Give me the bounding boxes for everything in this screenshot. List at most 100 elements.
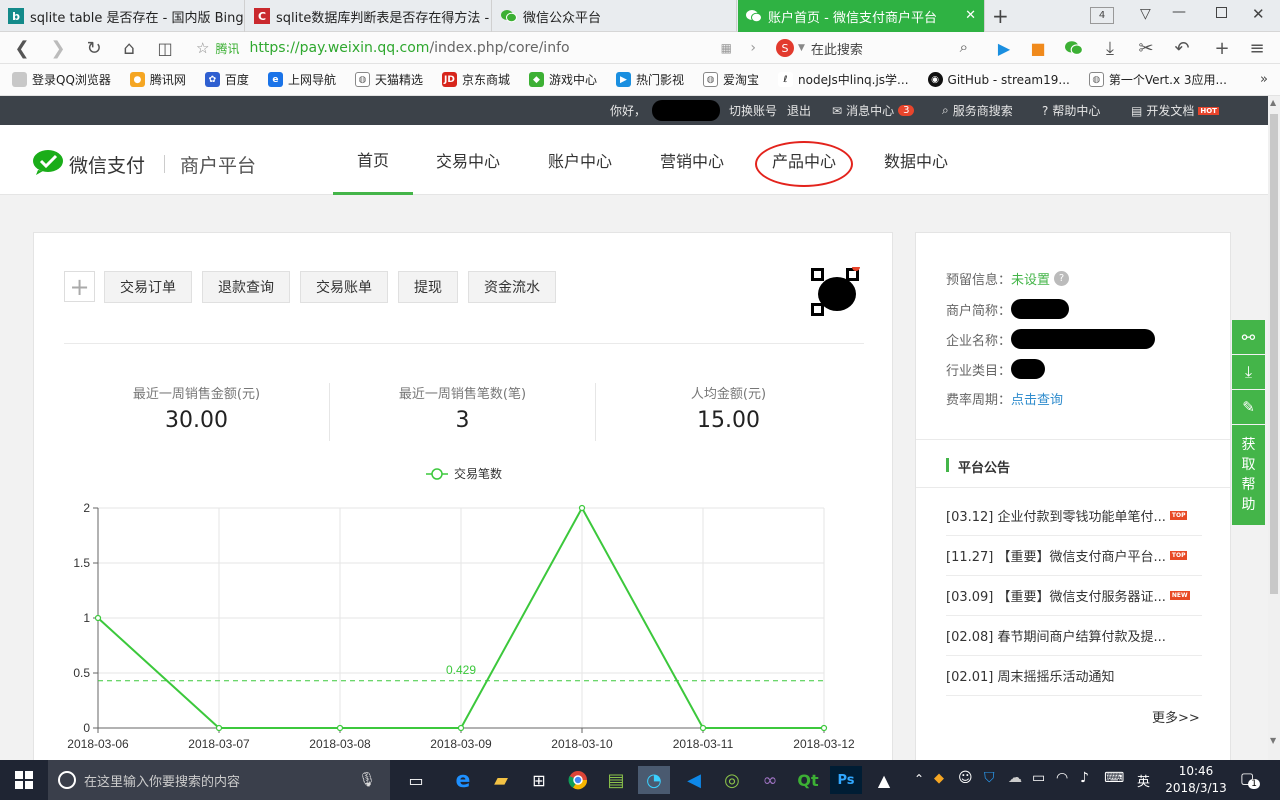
android-studio-icon[interactable]: ◎: [716, 766, 748, 794]
refresh-button[interactable]: ↻: [82, 36, 106, 60]
restore-button[interactable]: [1216, 7, 1227, 18]
download-tool-button[interactable]: ⤓: [1232, 355, 1265, 389]
switch-account-link[interactable]: 切换账号: [729, 96, 777, 125]
bookmark-github[interactable]: ◉ GitHub - stream19...: [927, 72, 1070, 87]
search-icon[interactable]: ⌕: [960, 38, 968, 56]
browser-tab-bing[interactable]: b sqlite table 是否存在 - 国内版 Bing: [0, 0, 245, 32]
add-icon[interactable]: +: [1210, 36, 1234, 60]
close-window-button[interactable]: ✕: [1252, 5, 1265, 23]
edit-tool-button[interactable]: ✎: [1232, 390, 1265, 424]
scrollbar-thumb[interactable]: [1270, 114, 1278, 594]
battery-icon[interactable]: ▭: [1032, 770, 1045, 786]
help-question-icon[interactable]: ?: [1054, 271, 1070, 286]
home-button[interactable]: ⌂: [117, 36, 141, 60]
chevron-down-icon[interactable]: ▼: [798, 43, 805, 53]
store-icon[interactable]: ⊞: [523, 766, 555, 794]
announcement-item[interactable]: [11.27] 【重要】微信支付商户平台... TOP: [946, 536, 1202, 576]
tray-app-icon[interactable]: ◆: [934, 771, 944, 786]
notification-center-icon[interactable]: ▢1: [1240, 769, 1266, 789]
bookmark-nav[interactable]: e 上网导航: [267, 71, 336, 88]
more-announcements-link[interactable]: 更多>>: [1152, 707, 1200, 726]
wechat-ext-icon[interactable]: [1062, 36, 1086, 60]
page-scrollbar[interactable]: ▲ ▼: [1268, 96, 1280, 760]
cloud-icon[interactable]: ☁: [1008, 770, 1022, 786]
qr-code-icon[interactable]: [810, 267, 860, 317]
microphone-icon[interactable]: 🎙: [358, 772, 376, 788]
download-icon[interactable]: ⤓: [1098, 36, 1122, 60]
help-center-link[interactable]: ? 帮助中心: [1042, 96, 1100, 125]
vscode-icon[interactable]: ◀: [678, 766, 710, 794]
scroll-down-arrow[interactable]: ▼: [1270, 736, 1276, 745]
video-play-icon[interactable]: ▶: [992, 36, 1016, 60]
browser-tab-csdn[interactable]: C sqlite数据库判断表是否存在得方法 -: [246, 0, 492, 32]
get-help-button[interactable]: 获取帮助: [1232, 425, 1265, 525]
bookmark-tencent[interactable]: ● 腾讯网: [129, 71, 186, 88]
ime-indicator[interactable]: 英: [1137, 771, 1150, 790]
chevron-right-icon[interactable]: ›: [750, 40, 756, 56]
windows-start-icon[interactable]: [6, 766, 42, 794]
quick-bill-button[interactable]: 交易账单: [300, 271, 388, 303]
nav-data[interactable]: 数据中心: [876, 125, 956, 195]
bookmark-games[interactable]: ◆ 游戏中心: [528, 71, 597, 88]
notepad-icon[interactable]: ▤: [600, 766, 632, 794]
bookmark-taobao[interactable]: ◍ 爱淘宝: [703, 71, 759, 88]
quick-refund-button[interactable]: 退款查询: [202, 271, 290, 303]
bookmark-linq[interactable]: ℓ nodeJs中linq.js学...: [778, 71, 909, 88]
announcement-item[interactable]: [02.01] 周末摇摇乐活动通知: [946, 656, 1202, 696]
search-input[interactable]: S ▼ 在此搜索 ⌕: [776, 35, 972, 61]
star-icon[interactable]: ☆: [196, 39, 209, 57]
clock[interactable]: 10:46 2018/3/13: [1164, 763, 1228, 797]
shirt-skin-icon[interactable]: ▽: [1140, 6, 1151, 22]
quick-funds-button[interactable]: 资金流水: [468, 271, 556, 303]
quick-orders-button[interactable]: 交易订单: [104, 271, 192, 303]
file-explorer-icon[interactable]: ▰: [485, 766, 517, 794]
visual-studio-icon[interactable]: ∞: [754, 766, 786, 794]
qq-browser-icon[interactable]: ◔: [638, 766, 670, 794]
add-shortcut-button[interactable]: +: [64, 271, 95, 302]
chrome-icon[interactable]: [562, 766, 594, 794]
taskbar-search-box[interactable]: 在这里输入你要搜索的内容 🎙: [48, 760, 390, 800]
bookmark-vertx[interactable]: ◍ 第一个Vert.x 3应用...: [1088, 71, 1227, 88]
bookmarks-overflow-icon[interactable]: »: [1260, 72, 1268, 87]
close-tab-icon[interactable]: ✕: [965, 8, 976, 23]
logout-link[interactable]: 退出: [787, 96, 811, 125]
minimize-button[interactable]: —: [1172, 4, 1186, 20]
tray-expand-icon[interactable]: ⌃: [914, 772, 924, 786]
browser-tab-wechat-mp[interactable]: 微信公众平台: [493, 0, 737, 32]
qr-icon[interactable]: ▦: [721, 41, 732, 55]
new-tab-button[interactable]: +: [992, 4, 1009, 28]
tab-count-badge[interactable]: 4: [1090, 7, 1114, 24]
bookmark-baidu[interactable]: ✿ 百度: [204, 71, 249, 88]
nav-account[interactable]: 账户中心: [540, 125, 620, 195]
browser-tab-active[interactable]: 账户首页 - 微信支付商户平台 ✕: [738, 0, 985, 32]
qq-tray-icon[interactable]: ☺: [958, 770, 973, 786]
url-input[interactable]: ☆ 腾讯 https:// pay.weixin.qq.com /index.p…: [196, 35, 768, 61]
announcement-item[interactable]: [03.09] 【重要】微信支付服务器证... NEW: [946, 576, 1202, 616]
nav-home[interactable]: 首页: [333, 125, 413, 195]
quick-withdraw-button[interactable]: 提现: [398, 271, 458, 303]
bookmark-jd[interactable]: JD 京东商城: [441, 71, 510, 88]
bookmark-video[interactable]: ▶ 热门影视: [616, 71, 684, 88]
nav-marketing[interactable]: 营销中心: [652, 125, 732, 195]
link-tool-button[interactable]: ⚯: [1232, 320, 1265, 354]
bookmark-tmall[interactable]: ◍ 天猫精选: [354, 71, 423, 88]
menu-icon[interactable]: ≡: [1245, 36, 1269, 60]
fee-cycle-link[interactable]: 点击查询: [1011, 389, 1063, 408]
back-button[interactable]: ❮: [10, 36, 34, 60]
keyboard-icon[interactable]: ⌨: [1104, 770, 1124, 786]
photos-icon[interactable]: ▲: [868, 766, 900, 794]
announcement-item[interactable]: [02.08] 春节期间商户结算付款及提...: [946, 616, 1202, 656]
shield-icon[interactable]: ⛉: [984, 770, 995, 786]
edge-icon[interactable]: e: [447, 766, 479, 794]
volume-icon[interactable]: ♪: [1080, 770, 1089, 786]
message-center-link[interactable]: ✉ 消息中心 3: [832, 96, 915, 125]
dev-docs-link[interactable]: ▤ 开发文档 HOT: [1131, 96, 1219, 125]
wechat-pay-logo-icon[interactable]: [32, 149, 64, 175]
photoshop-icon[interactable]: Ps: [830, 766, 862, 794]
bookmark-qq-login[interactable]: 登录QQ浏览器: [12, 71, 111, 88]
undo-icon[interactable]: ↶: [1170, 36, 1194, 60]
scissors-icon[interactable]: ✂: [1134, 36, 1158, 60]
wifi-icon[interactable]: ◠: [1056, 770, 1068, 786]
task-view-icon[interactable]: ▭: [400, 766, 432, 794]
provider-search-link[interactable]: ⌕ 服务商搜索: [942, 96, 1013, 125]
